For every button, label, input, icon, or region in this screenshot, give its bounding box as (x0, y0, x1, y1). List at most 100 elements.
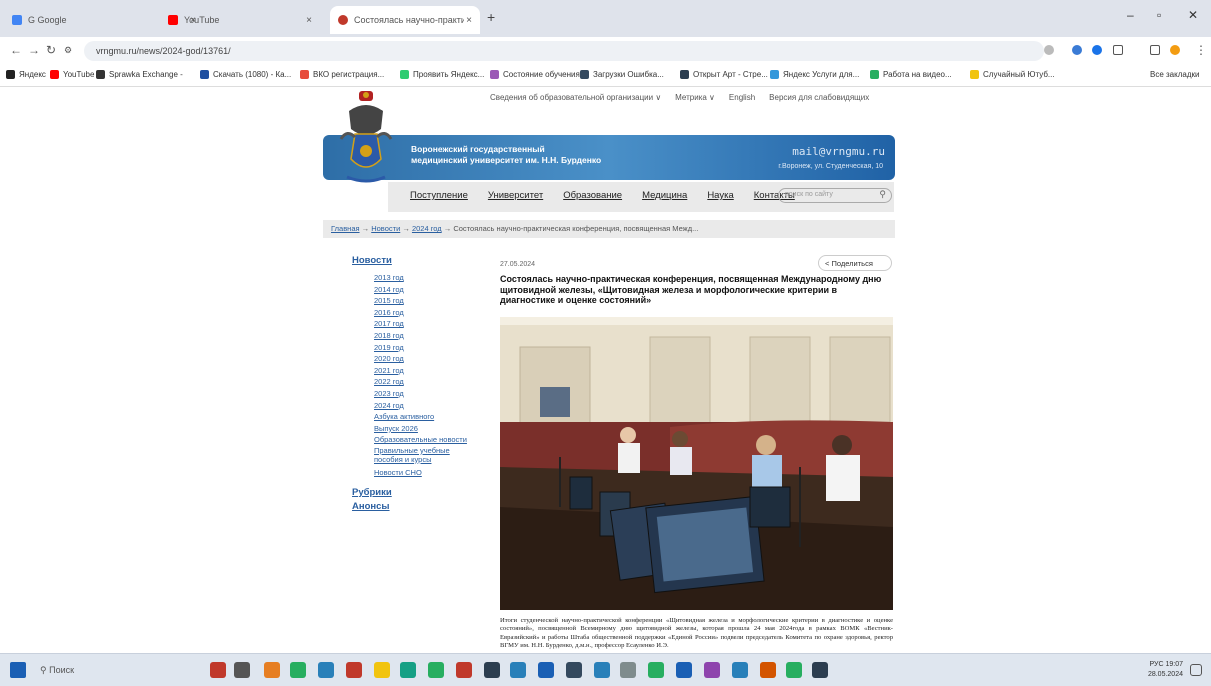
close-icon[interactable]: × (466, 15, 472, 26)
sidebar-link[interactable]: Новости СНО (374, 467, 482, 479)
breadcrumb-link[interactable]: Главная (331, 224, 360, 233)
university-crest-logo[interactable] (337, 89, 395, 187)
site-info-icon[interactable]: ⚙ (64, 45, 72, 56)
taskbar-app-icon[interactable] (676, 662, 692, 678)
new-tab-button[interactable]: + (487, 9, 495, 25)
minimize-button[interactable]: – (1127, 8, 1134, 22)
translate-icon[interactable] (1044, 45, 1054, 55)
address-input[interactable]: vrngmu.ru/news/2024-god/13761/ (84, 41, 1044, 61)
taskbar-app-icon[interactable] (732, 662, 748, 678)
extension-icon[interactable] (1092, 45, 1102, 55)
sidebar-year-link[interactable]: 2015 год (374, 295, 482, 307)
nav-item[interactable]: Поступление (410, 190, 468, 201)
site-email[interactable]: mail@vrngmu.ru (792, 145, 885, 158)
extensions-icon[interactable] (1113, 45, 1123, 55)
top-link[interactable]: English (729, 93, 755, 102)
taskbar-app-icon[interactable] (210, 662, 226, 678)
taskbar-app-icon[interactable] (428, 662, 444, 678)
sidebar-heading[interactable]: Новости (352, 255, 482, 266)
top-link[interactable]: Сведения об образовательной организации … (490, 93, 661, 102)
bookmark-item[interactable]: Яндекс (6, 70, 46, 79)
taskbar-app-icon[interactable] (318, 662, 334, 678)
sidebar-section-announcements[interactable]: Анонсы (352, 501, 482, 512)
notification-icon[interactable] (1190, 664, 1202, 676)
sidebar-link[interactable]: Азбука активного (374, 411, 482, 423)
bookmark-item[interactable]: Загрузки Ошибка... (580, 70, 664, 79)
sidebar-section-rubrics[interactable]: Рубрики (352, 487, 482, 498)
taskbar-app-icon[interactable] (510, 662, 526, 678)
taskbar-app-icon[interactable] (538, 662, 554, 678)
taskbar-app-icon[interactable] (290, 662, 306, 678)
sidebar-year-link[interactable]: 2022 год (374, 376, 482, 388)
taskbar-app-icon[interactable] (234, 662, 250, 678)
taskbar-app-icon[interactable] (566, 662, 582, 678)
search-icon[interactable]: ⚲ (879, 189, 886, 200)
all-bookmarks-button[interactable]: Все закладки (1150, 70, 1199, 79)
taskbar-app-icon[interactable] (648, 662, 664, 678)
nav-item[interactable]: Медицина (642, 190, 687, 201)
sidebar-year-link[interactable]: 2013 год (374, 272, 482, 284)
bookmark-item[interactable]: ВКО регистрация... (300, 70, 384, 79)
taskbar-app-icon[interactable] (456, 662, 472, 678)
share-button[interactable]: < Поделиться (818, 255, 892, 271)
bookmark-item[interactable]: Sprawka Exchange - (96, 70, 183, 79)
nav-item[interactable]: Наука (707, 190, 733, 201)
back-icon[interactable]: ← (10, 43, 22, 57)
bookmark-item[interactable]: Открыт Арт - Стре... (680, 70, 768, 79)
sidebar-year-link[interactable]: 2018 год (374, 330, 482, 342)
sidebar-year-link[interactable]: 2017 год (374, 318, 482, 330)
bookmark-item[interactable]: Работа на видео... (870, 70, 952, 79)
close-window-button[interactable]: ✕ (1188, 8, 1198, 22)
sidebar-year-link[interactable]: 2024 год (374, 400, 482, 412)
taskbar-app-icon[interactable] (760, 662, 776, 678)
site-title[interactable]: Воронежский государственный медицинский … (411, 144, 641, 166)
taskbar-app-icon[interactable] (812, 662, 828, 678)
maximize-button[interactable]: ▫ (1157, 8, 1161, 22)
bookmark-item[interactable]: Проявить Яндекс... (400, 70, 484, 79)
language-indicator[interactable]: РУС (1149, 661, 1163, 668)
bookmark-item[interactable]: YouTube (50, 70, 94, 79)
sidebar-link[interactable]: Выпуск 2026 (374, 423, 482, 435)
sidebar-year-link[interactable]: 2023 год (374, 388, 482, 400)
breadcrumb-link[interactable]: Новости (371, 224, 400, 233)
bookmark-item[interactable]: Скачать (1080) - Ка... (200, 70, 291, 79)
profile-avatar[interactable] (1170, 45, 1180, 55)
tab-article[interactable]: Состоялась научно-практич... × (330, 6, 480, 34)
extension-icon[interactable] (1072, 45, 1082, 55)
forward-icon[interactable]: → (28, 43, 40, 57)
sidebar-year-link[interactable]: 2019 год (374, 342, 482, 354)
sidebar-year-link[interactable]: 2016 год (374, 307, 482, 319)
reload-icon[interactable]: ↻ (46, 43, 56, 57)
taskbar-app-icon[interactable] (594, 662, 610, 678)
tab-youtube[interactable]: YouTube × (160, 6, 320, 34)
taskbar-app-icon[interactable] (400, 662, 416, 678)
sidebar-year-link[interactable]: 2014 год (374, 284, 482, 296)
site-search-input[interactable]: поиск по сайту ⚲ (778, 188, 892, 203)
taskbar-app-icon[interactable] (620, 662, 636, 678)
taskbar-search[interactable]: ⚲ Поиск (34, 661, 184, 681)
top-link[interactable]: Метрика ∨ (675, 93, 715, 102)
taskbar-app-icon[interactable] (786, 662, 802, 678)
article-photo[interactable] (500, 317, 893, 610)
taskbar-app-icon[interactable] (346, 662, 362, 678)
taskbar-app-icon[interactable] (704, 662, 720, 678)
bookmark-item[interactable]: Яндекс Услуги для... (770, 70, 859, 79)
nav-item[interactable]: Образование (563, 190, 622, 201)
download-icon[interactable] (1150, 45, 1160, 55)
taskbar-app-icon[interactable] (264, 662, 280, 678)
system-tray[interactable]: РУС 19:07 28.05.2024 (1148, 660, 1183, 680)
menu-icon[interactable]: ⋮ (1195, 43, 1207, 57)
sidebar-link[interactable]: Образовательные новости (374, 434, 482, 446)
sidebar-year-link[interactable]: 2021 год (374, 365, 482, 377)
taskbar-app-icon[interactable] (484, 662, 500, 678)
nav-item[interactable]: Университет (488, 190, 543, 201)
bookmark-item[interactable]: Случайный Ютуб... (970, 70, 1055, 79)
breadcrumb-link[interactable]: 2024 год (412, 224, 442, 233)
bookmark-item[interactable]: Состояние обучения... (490, 70, 587, 79)
top-link[interactable]: Версия для слабовидящих (769, 93, 869, 102)
sidebar-year-link[interactable]: 2020 год (374, 353, 482, 365)
windows-start-icon[interactable] (10, 662, 26, 678)
close-icon[interactable]: × (306, 15, 312, 26)
taskbar-app-icon[interactable] (374, 662, 390, 678)
sidebar-link[interactable]: Правильные учебные пособия и курсы (374, 446, 464, 464)
